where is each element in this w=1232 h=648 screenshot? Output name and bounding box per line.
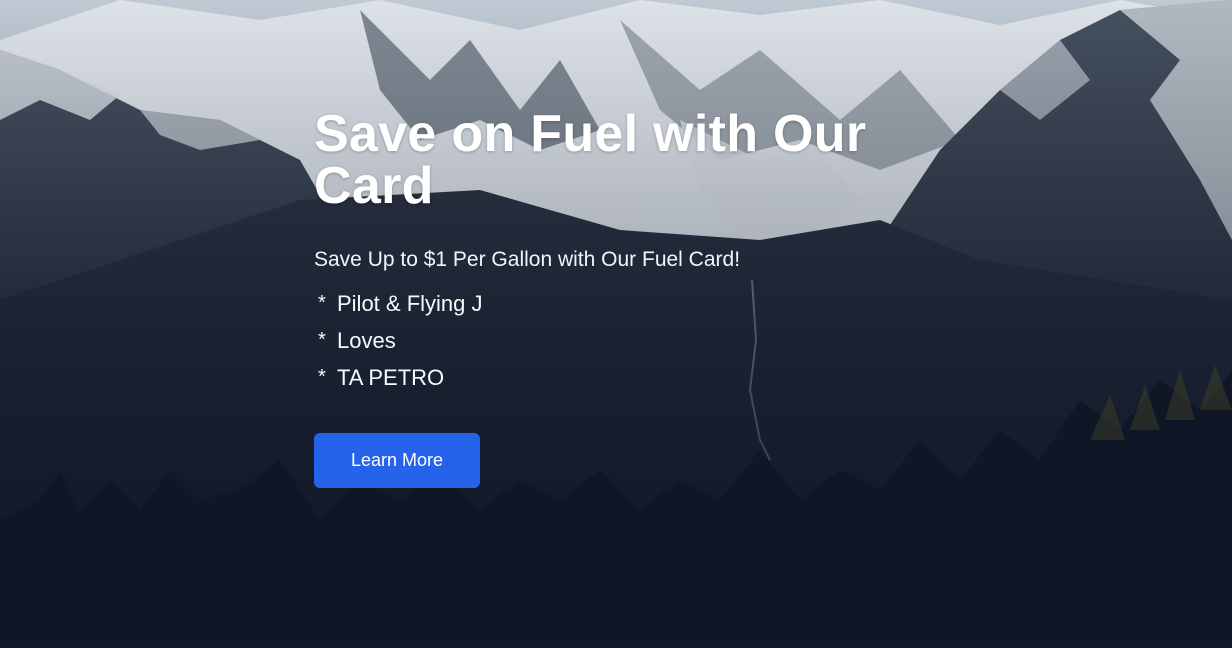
- station-name: TA PETRO: [337, 364, 445, 390]
- station-name: Pilot & Flying J: [337, 290, 483, 316]
- hero-subtitle: Save Up to $1 Per Gallon with Our Fuel C…: [314, 248, 741, 271]
- station-name: Loves: [337, 327, 396, 353]
- station-list-item: * Loves: [314, 322, 934, 359]
- bullet-asterisk: *: [318, 366, 326, 388]
- hero-title: Save on Fuel with Our Card: [314, 105, 867, 215]
- bullet-asterisk: *: [318, 329, 326, 351]
- station-list-item: * TA PETRO: [314, 359, 934, 396]
- hero-section: Save on Fuel with Our Card Save Up to $1…: [0, 0, 1232, 648]
- station-list-item: * Pilot & Flying J: [314, 285, 934, 322]
- learn-more-button[interactable]: Learn More: [314, 433, 480, 488]
- hero-content: Save on Fuel with Our Card Save Up to $1…: [314, 108, 934, 488]
- bullet-asterisk: *: [318, 292, 326, 314]
- station-list: * Pilot & Flying J * Loves * TA PETRO: [314, 285, 934, 396]
